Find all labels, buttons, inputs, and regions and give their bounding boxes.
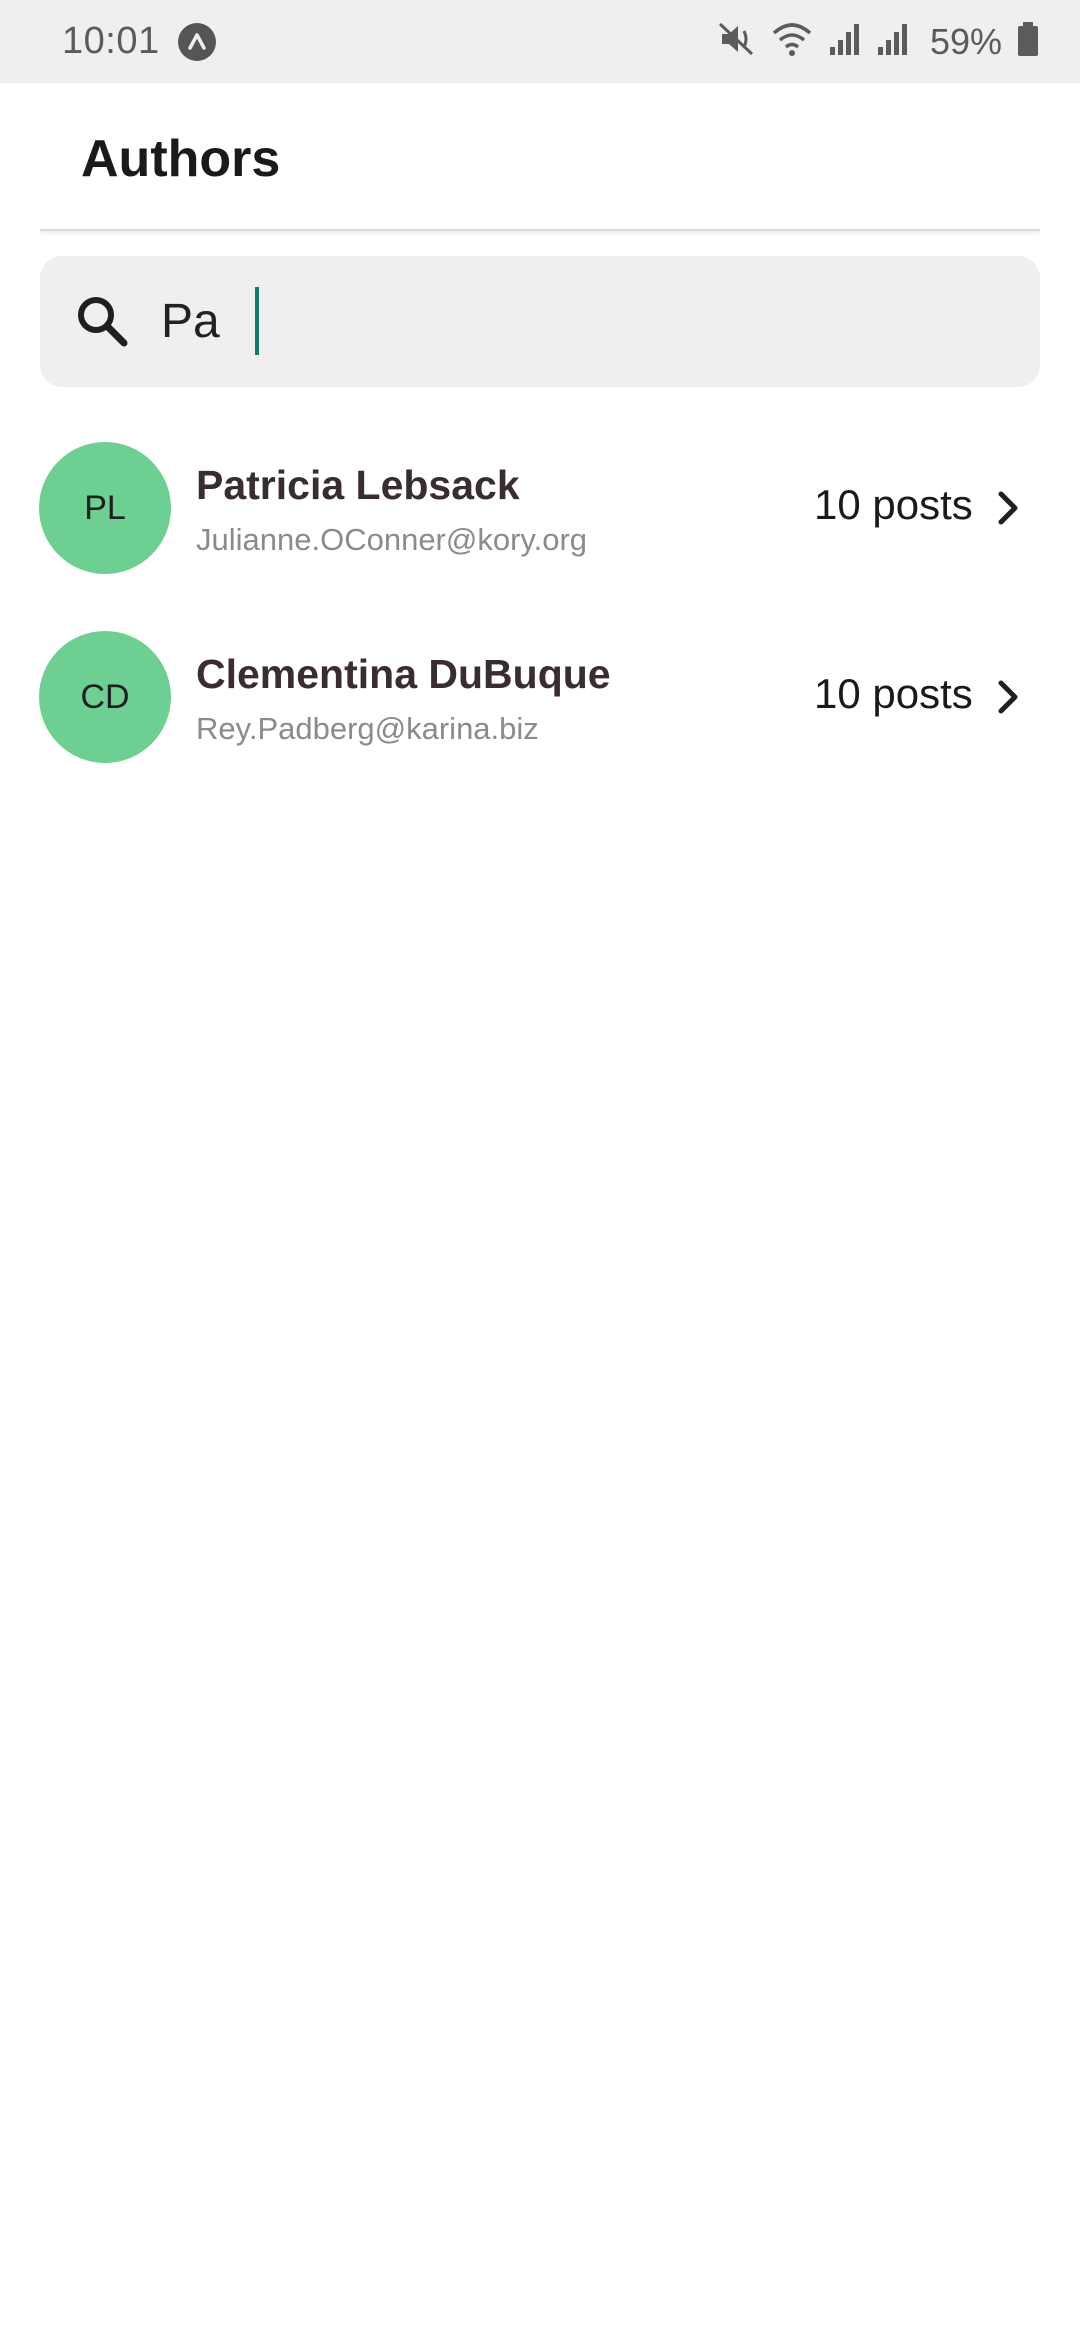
avatar: CD	[39, 631, 171, 763]
post-count: 10 posts	[814, 481, 973, 528]
author-name: Patricia Lebsack	[196, 462, 520, 508]
search-input[interactable]	[161, 278, 1001, 364]
app-notification-icon	[177, 22, 216, 61]
signal-icon	[828, 19, 862, 64]
text-cursor	[255, 287, 259, 355]
chevron-right-icon	[988, 677, 1028, 717]
author-email: Rey.Padberg@karina.biz	[196, 711, 539, 746]
search-bar[interactable]	[40, 256, 1040, 387]
header-divider	[40, 229, 1040, 231]
list-item[interactable]: PL Patricia Lebsack Julianne.OConner@kor…	[0, 442, 1080, 602]
signal-icon	[876, 19, 910, 64]
battery-icon	[1016, 19, 1040, 64]
status-icons: 59%	[716, 19, 1040, 64]
header: Authors	[0, 83, 1080, 231]
post-count: 10 posts	[814, 670, 973, 717]
chevron-right-icon	[988, 488, 1028, 528]
mute-vibrate-icon	[716, 19, 756, 64]
avatar: PL	[39, 442, 171, 574]
status-time: 10:01	[62, 20, 160, 62]
battery-percentage: 59%	[929, 20, 1002, 62]
page-title: Authors	[81, 130, 281, 188]
wifi-icon	[770, 19, 814, 64]
list-item[interactable]: CD Clementina DuBuque Rey.Padberg@karina…	[0, 631, 1080, 791]
author-name: Clementina DuBuque	[196, 651, 611, 697]
author-email: Julianne.OConner@kory.org	[196, 522, 588, 557]
search-icon	[72, 291, 132, 351]
status-bar: 10:01 59%	[0, 0, 1080, 83]
